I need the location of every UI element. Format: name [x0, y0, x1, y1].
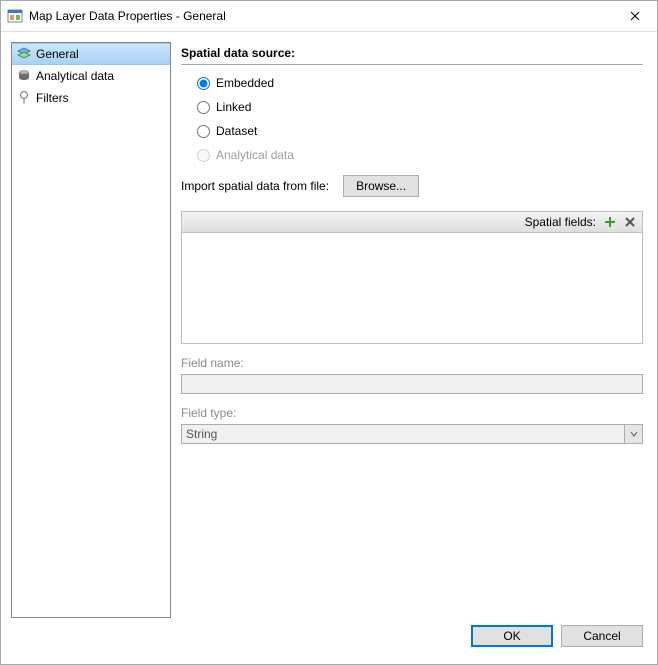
radio-label: Embedded	[216, 76, 274, 90]
chevron-down-icon	[630, 430, 638, 438]
radio-linked-input[interactable]	[197, 101, 210, 114]
remove-field-button[interactable]	[622, 214, 638, 230]
import-label: Import spatial data from file:	[181, 179, 329, 193]
radio-analytical: Analytical data	[197, 145, 643, 165]
radio-embedded[interactable]: Embedded	[197, 73, 643, 93]
field-type-label: Field type:	[181, 406, 643, 420]
section-heading: Spatial data source:	[181, 42, 643, 65]
sidebar-item-label: Analytical data	[36, 69, 114, 83]
window-title: Map Layer Data Properties - General	[29, 9, 612, 23]
spatial-source-radio-group: Embedded Linked Dataset Analytical data	[181, 73, 643, 165]
radio-analytical-input	[197, 149, 210, 162]
plus-icon	[604, 216, 616, 228]
sidebar-item-label: General	[36, 47, 79, 61]
sidebar: General Analytical data	[11, 42, 171, 618]
database-icon	[16, 68, 32, 84]
app-icon	[7, 8, 23, 24]
dialog-window: Map Layer Data Properties - General Gene…	[0, 0, 658, 665]
spatial-fields-header: Spatial fields:	[181, 211, 643, 233]
layers-icon	[16, 46, 32, 62]
spatial-fields-panel: Spatial fields:	[181, 211, 643, 344]
sidebar-item-label: Filters	[36, 91, 69, 105]
main-panel: Spatial data source: Embedded Linked Dat…	[181, 42, 647, 618]
field-name-input	[181, 374, 643, 394]
content-area: General Analytical data	[11, 42, 647, 618]
radio-linked[interactable]: Linked	[197, 97, 643, 117]
dropdown-arrow	[624, 425, 642, 443]
sidebar-item-analytical-data[interactable]: Analytical data	[12, 65, 170, 87]
radio-embedded-input[interactable]	[197, 77, 210, 90]
cancel-button[interactable]: Cancel	[561, 625, 643, 647]
spatial-fields-list[interactable]	[181, 233, 643, 344]
sidebar-item-filters[interactable]: Filters	[12, 87, 170, 109]
ok-button[interactable]: OK	[471, 625, 553, 647]
add-field-button[interactable]	[602, 214, 618, 230]
field-name-label: Field name:	[181, 356, 643, 370]
delete-x-icon	[624, 216, 636, 228]
window-close-button[interactable]	[612, 1, 657, 31]
radio-label: Linked	[216, 100, 251, 114]
field-type-value: String	[182, 425, 624, 443]
spatial-fields-label: Spatial fields:	[525, 215, 596, 229]
field-type-select: String	[181, 424, 643, 444]
radio-dataset-input[interactable]	[197, 125, 210, 138]
sidebar-item-general[interactable]: General	[12, 43, 170, 65]
import-row: Import spatial data from file: Browse...	[181, 175, 643, 197]
radio-dataset[interactable]: Dataset	[197, 121, 643, 141]
radio-label: Dataset	[216, 124, 257, 138]
radio-label: Analytical data	[216, 148, 294, 162]
filter-icon	[16, 90, 32, 106]
browse-button[interactable]: Browse...	[343, 175, 419, 197]
dialog-body: General Analytical data	[1, 32, 657, 664]
dialog-footer: OK Cancel	[11, 618, 647, 654]
titlebar: Map Layer Data Properties - General	[1, 1, 657, 32]
